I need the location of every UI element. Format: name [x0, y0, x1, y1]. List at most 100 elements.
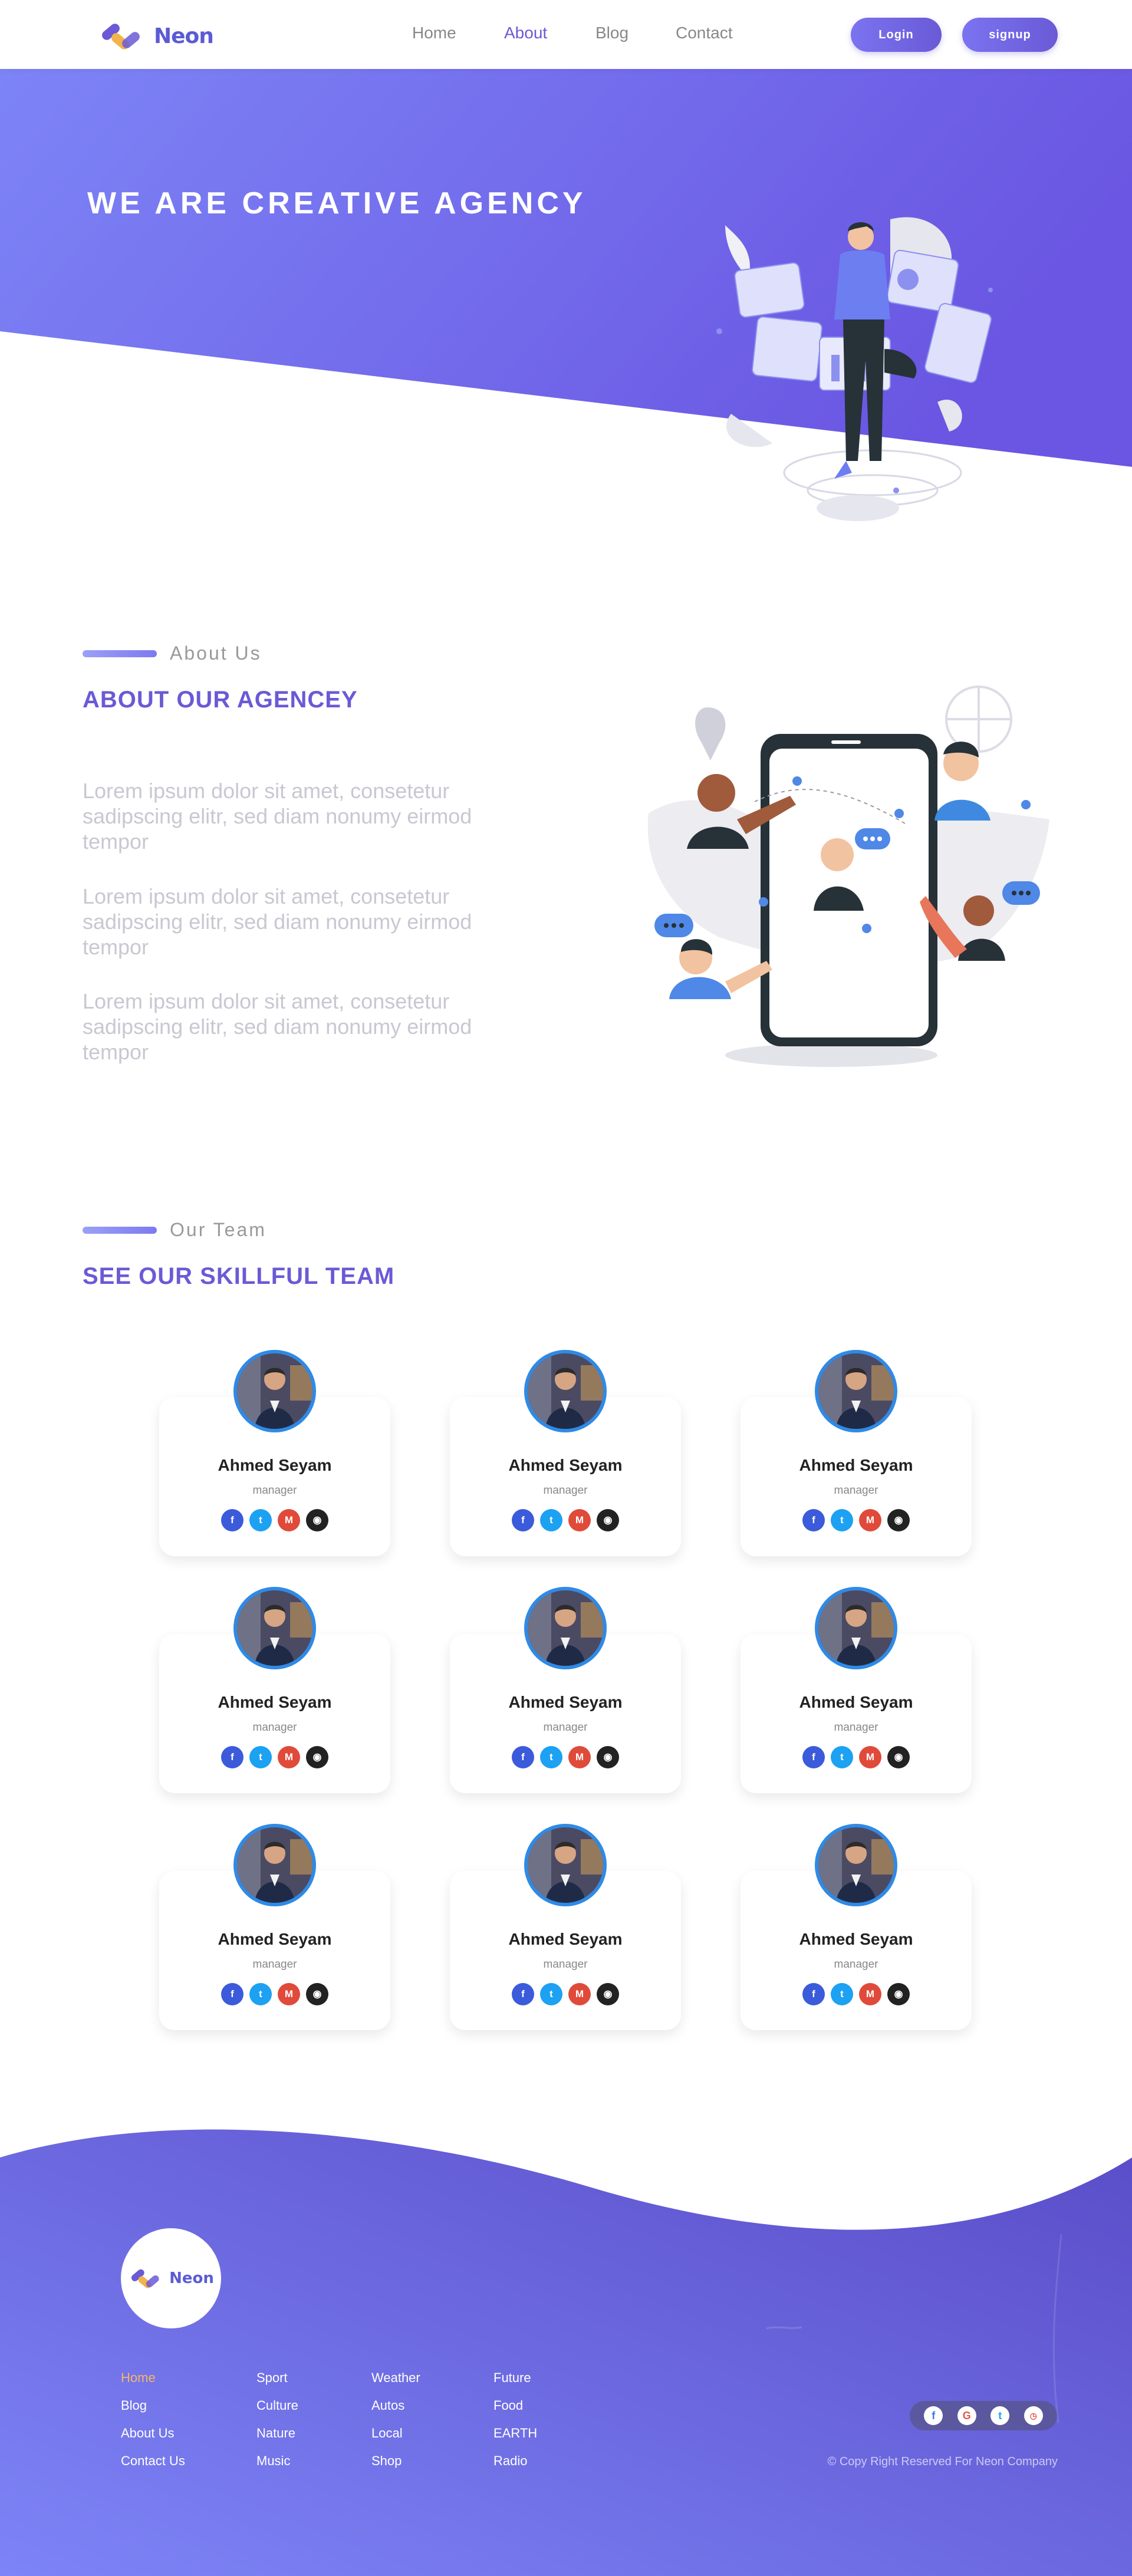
about-kicker: About Us — [83, 643, 262, 664]
member-socials: f t M ◉ — [159, 1746, 390, 1768]
google-icon[interactable]: G — [957, 2406, 976, 2425]
top-navbar: Neon Home About Blog Contact Login signu… — [0, 0, 1132, 69]
brand-logo[interactable]: Neon — [97, 19, 214, 53]
team-card: Ahmed Seyam manager f t M ◉ — [159, 1824, 390, 2030]
facebook-icon[interactable]: f — [512, 1746, 534, 1768]
facebook-icon[interactable]: f — [221, 1983, 243, 2005]
team-card: Ahmed Seyam manager f t M ◉ — [450, 1587, 681, 1793]
facebook-icon[interactable]: f — [802, 1983, 825, 2005]
footer-link-culture[interactable]: Culture — [256, 2391, 298, 2419]
footer-link-autos[interactable]: Autos — [371, 2391, 420, 2419]
twitter-icon[interactable]: t — [831, 1746, 853, 1768]
gmail-icon[interactable]: M — [568, 1509, 591, 1531]
member-socials: f t M ◉ — [741, 1509, 972, 1531]
brand-logo-icon — [102, 24, 140, 50]
github-icon[interactable]: ◉ — [887, 1509, 910, 1531]
nav-link-contact[interactable]: Contact — [676, 24, 733, 42]
login-button[interactable]: Login — [851, 18, 942, 52]
copyright-text: © Copy Right Reserved For Neon Company — [827, 2455, 1058, 2468]
github-icon[interactable]: ◉ — [597, 1983, 619, 2005]
about-paragraph: Lorem ipsum dolor sit amet, consetetur s… — [83, 884, 472, 959]
gmail-icon[interactable]: M — [568, 1746, 591, 1768]
footer-brand-name: Neon — [169, 2269, 214, 2287]
twitter-icon[interactable]: t — [249, 1509, 272, 1531]
github-icon[interactable]: ◉ — [597, 1746, 619, 1768]
footer-link-shop[interactable]: Shop — [371, 2447, 420, 2475]
facebook-icon[interactable]: f — [802, 1746, 825, 1768]
member-role: manager — [834, 1958, 878, 1971]
member-name: Ahmed Seyam — [508, 1456, 623, 1474]
hero-illustration — [716, 217, 993, 521]
brand-name: Neon — [154, 24, 214, 48]
github-icon[interactable]: ◉ — [887, 1983, 910, 2005]
member-socials: f t M ◉ — [741, 1746, 972, 1768]
team-card: Ahmed Seyam manager f t M ◉ — [450, 1824, 681, 2030]
twitter-icon[interactable]: t — [831, 1983, 853, 2005]
github-icon[interactable]: ◉ — [306, 1983, 328, 2005]
member-role: manager — [252, 1721, 297, 1734]
kicker-bar — [83, 650, 157, 657]
member-role: manager — [252, 1958, 297, 1971]
facebook-icon[interactable]: f — [512, 1983, 534, 2005]
footer-link-future[interactable]: Future — [493, 2364, 537, 2391]
footer-link-earth[interactable]: EARTH — [493, 2419, 537, 2447]
member-socials: f t M ◉ — [450, 1746, 681, 1768]
nav-link-about[interactable]: About — [504, 24, 547, 42]
twitter-icon[interactable]: t — [249, 1746, 272, 1768]
about-paragraph: Lorem ipsum dolor sit amet, consetetur s… — [83, 989, 472, 1064]
footer-link-radio[interactable]: Radio — [493, 2447, 537, 2475]
signup-button[interactable]: signup — [962, 18, 1058, 52]
footer-link-blog[interactable]: Blog — [121, 2391, 185, 2419]
facebook-icon[interactable]: f — [221, 1746, 243, 1768]
team-card: Ahmed Seyam manager f t M ◉ — [159, 1587, 390, 1793]
twitter-icon[interactable]: t — [249, 1983, 272, 2005]
footer-link-food[interactable]: Food — [493, 2391, 537, 2419]
footer-link-about-us[interactable]: About Us — [121, 2419, 185, 2447]
gmail-icon[interactable]: M — [278, 1509, 300, 1531]
github-icon[interactable]: ◉ — [306, 1746, 328, 1768]
team-title: SEE OUR SKILLFUL TEAM — [83, 1263, 395, 1289]
twitter-icon[interactable]: t — [540, 1746, 562, 1768]
footer-link-weather[interactable]: Weather — [371, 2364, 420, 2391]
twitter-icon[interactable]: t — [540, 1983, 562, 2005]
nav-link-home[interactable]: Home — [412, 24, 456, 42]
facebook-icon[interactable]: f — [802, 1509, 825, 1531]
twitter-icon[interactable]: t — [831, 1509, 853, 1531]
gmail-icon[interactable]: M — [859, 1509, 881, 1531]
footer-link-home[interactable]: Home — [121, 2364, 185, 2391]
facebook-icon[interactable]: f — [512, 1509, 534, 1531]
twitter-icon[interactable]: t — [990, 2406, 1010, 2425]
member-name: Ahmed Seyam — [799, 1456, 913, 1474]
gmail-icon[interactable]: M — [568, 1983, 591, 2005]
footer: Neon Home Blog About Us Contact Us Sport… — [0, 2116, 1132, 2576]
footer-link-contact-us[interactable]: Contact Us — [121, 2447, 185, 2475]
avatar — [815, 1587, 897, 1669]
clock-icon[interactable]: ◷ — [1024, 2406, 1043, 2425]
about-title: ABOUT OUR AGENCEY — [83, 687, 358, 713]
gmail-icon[interactable]: M — [859, 1983, 881, 2005]
facebook-icon[interactable]: f — [221, 1509, 243, 1531]
footer-link-music[interactable]: Music — [256, 2447, 298, 2475]
github-icon[interactable]: ◉ — [306, 1509, 328, 1531]
team-kicker-label: Our Team — [170, 1219, 266, 1240]
member-role: manager — [834, 1484, 878, 1497]
member-role: manager — [543, 1721, 588, 1734]
footer-link-local[interactable]: Local — [371, 2419, 420, 2447]
footer-link-nature[interactable]: Nature — [256, 2419, 298, 2447]
about-paragraph: Lorem ipsum dolor sit amet, consetetur s… — [83, 779, 472, 854]
github-icon[interactable]: ◉ — [597, 1509, 619, 1531]
gmail-icon[interactable]: M — [278, 1983, 300, 2005]
nav-link-blog[interactable]: Blog — [595, 24, 628, 42]
gmail-icon[interactable]: M — [859, 1746, 881, 1768]
github-icon[interactable]: ◉ — [887, 1746, 910, 1768]
about-kicker-label: About Us — [170, 643, 262, 664]
footer-logo[interactable]: Neon — [121, 2228, 221, 2328]
twitter-icon[interactable]: t — [540, 1509, 562, 1531]
footer-link-sport[interactable]: Sport — [256, 2364, 298, 2391]
footer-column: Future Food EARTH Radio — [493, 2364, 537, 2475]
team-card: Ahmed Seyam manager f t M ◉ — [450, 1350, 681, 1556]
avatar — [233, 1824, 316, 1906]
gmail-icon[interactable]: M — [278, 1746, 300, 1768]
facebook-icon[interactable]: f — [924, 2406, 943, 2425]
hero-section: WE ARE CREATIVE AGENCY — [0, 69, 1132, 599]
